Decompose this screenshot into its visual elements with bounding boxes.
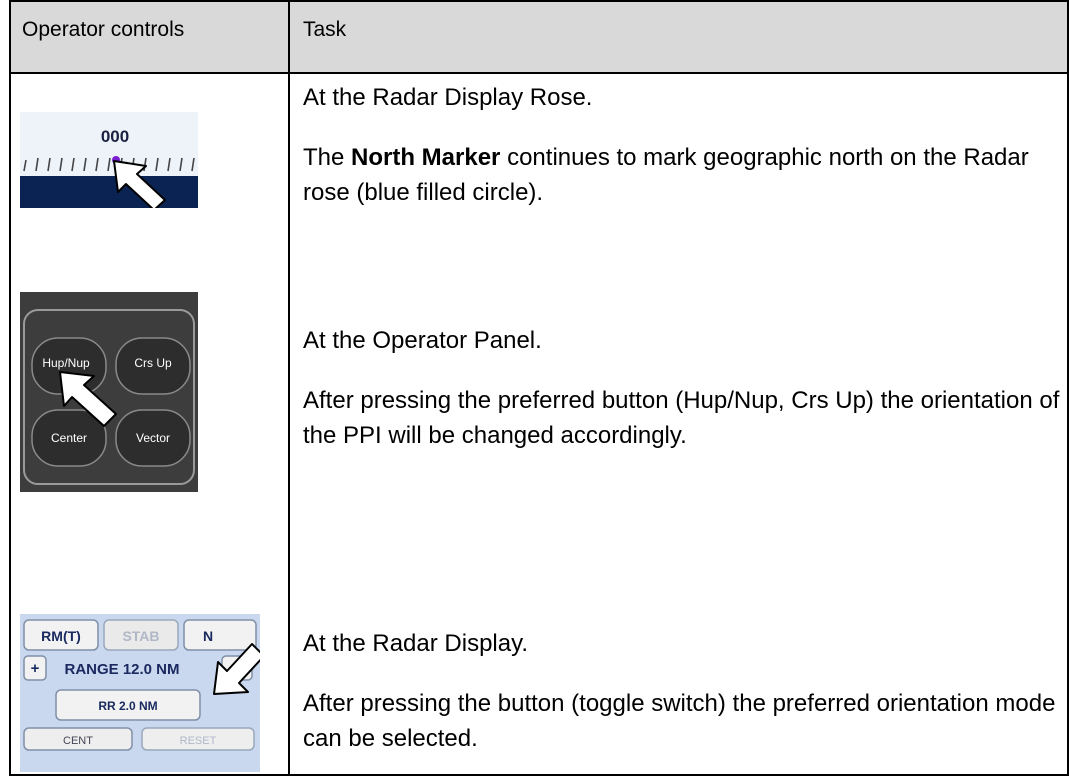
row3-location: At the Radar Display. [303, 630, 528, 657]
table-header-divider [9, 72, 1069, 74]
hup-nup-button: Hup/Nup [42, 356, 90, 370]
n-orientation-button: N [203, 628, 213, 644]
cent-button: CENT [63, 735, 93, 747]
rose-tick-marks [23, 157, 195, 172]
rose-heading-label: 000 [101, 127, 129, 146]
rose-band [20, 176, 198, 208]
header-operator-controls: Operator controls [22, 18, 185, 41]
north-marker-term: North Marker [351, 144, 501, 171]
stab-button: STAB [122, 628, 159, 644]
row3-description: After pressing the button (toggle switch… [303, 690, 1056, 752]
row2-location: At the Operator Panel. [303, 327, 542, 354]
rm-t-button: RM(T) [41, 628, 81, 644]
table-border-top [9, 0, 1069, 2]
rose-thumbnail: 000 [20, 112, 198, 208]
row1-location: At the Radar Display Rose. [303, 84, 593, 111]
rr-label: RR 2.0 NM [98, 699, 157, 713]
header-task: Task [303, 18, 347, 41]
radar-display-thumbnail: RM(T) STAB N + RANGE 12.0 NM RR 2.0 NM C… [20, 614, 260, 772]
vector-button: Vector [136, 431, 170, 445]
table-border-left [9, 0, 11, 776]
range-label: RANGE 12.0 NM [64, 661, 179, 678]
table-column-divider [288, 0, 290, 776]
row2-description: After pressing the preferred button (Hup… [303, 387, 1060, 449]
reset-button: RESET [180, 735, 217, 747]
range-plus-button: + [31, 660, 40, 677]
operator-panel-thumbnail: Hup/Nup Crs Up Center Vector [20, 292, 198, 492]
crs-up-button: Crs Up [134, 356, 172, 370]
row1-description: The North Marker continues to mark geogr… [303, 144, 1029, 206]
center-button: Center [51, 431, 87, 445]
arrow-cursor-icon [213, 643, 260, 695]
